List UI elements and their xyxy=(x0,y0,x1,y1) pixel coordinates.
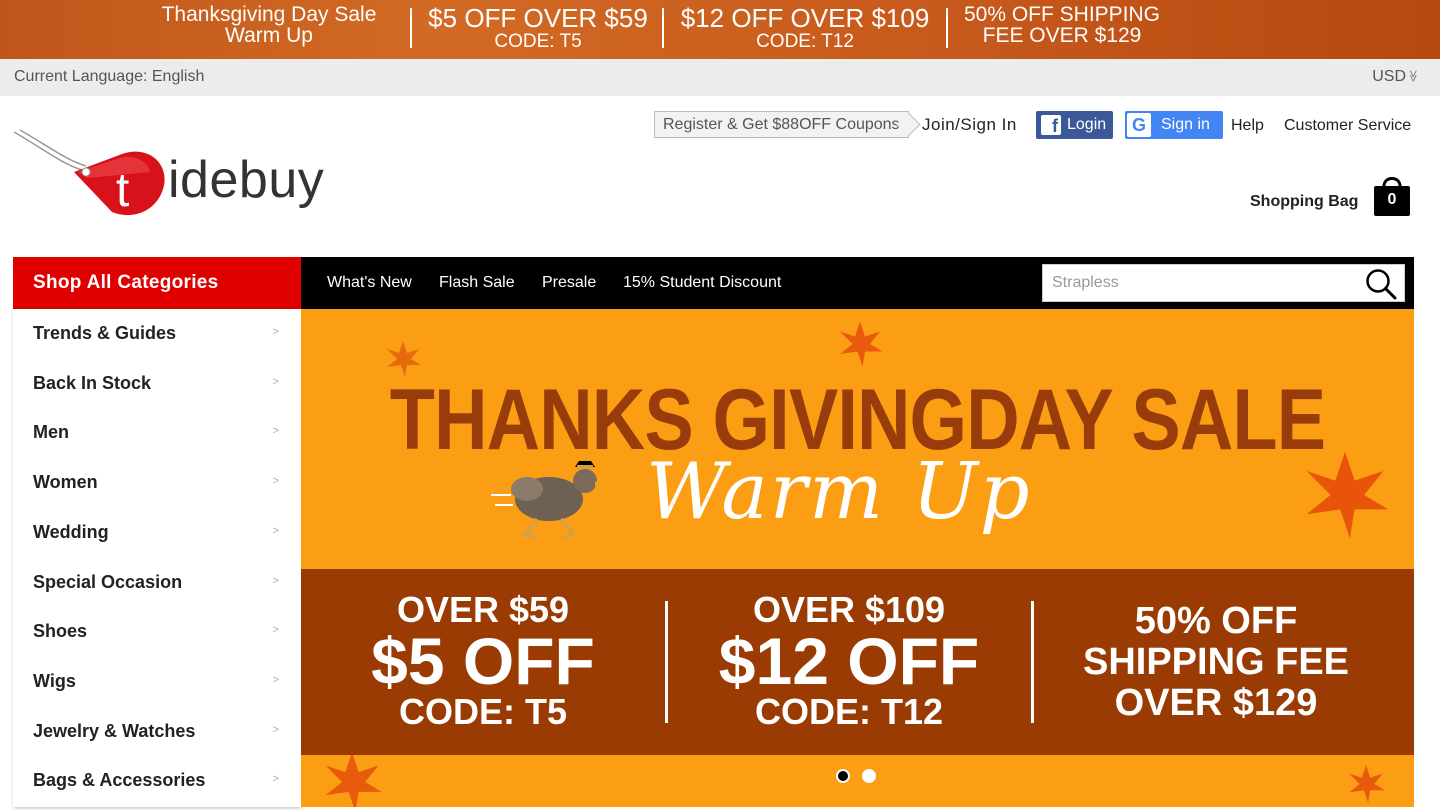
offer-3-line3: OVER $129 xyxy=(1114,682,1318,724)
promo-offer-1: $5 OFF OVER $59 CODE: T5 xyxy=(418,4,658,56)
join-sign-in-link[interactable]: Join/Sign In xyxy=(922,115,1017,135)
shopping-bag-link[interactable]: Shopping Bag xyxy=(1250,193,1358,211)
promo-sale-title: Thanksgiving Day Sale Warm Up xyxy=(140,4,398,56)
offer-1-discount: $5 OFF xyxy=(371,624,595,698)
chevron-down-icon[interactable]: ≫ xyxy=(1407,70,1421,83)
nav-presale[interactable]: Presale xyxy=(542,274,596,292)
language-bar: Current Language: English USD ≫ xyxy=(0,59,1440,96)
banner-subtitle: Warm Up xyxy=(646,447,1032,537)
chevron-right-icon: > xyxy=(272,624,279,636)
category-item[interactable]: Trends & Guides > xyxy=(13,309,301,358)
nav-whats-new[interactable]: What's New xyxy=(327,274,412,292)
promo-sale-line2: Warm Up xyxy=(225,24,313,47)
offer-2-code: CODE: T12 xyxy=(754,691,944,732)
banner-offer-1: OVER $59 $5 OFF CODE: T5 xyxy=(303,591,663,731)
banner-offer-3: 50% OFF SHIPPING FEE OVER $129 xyxy=(1036,601,1396,724)
logo-wordmark[interactable]: idebuy xyxy=(168,150,324,210)
google-icon: G xyxy=(1127,113,1151,137)
carousel-dot-active[interactable] xyxy=(836,769,850,783)
promo-offer-1-code: CODE: T5 xyxy=(494,31,582,52)
banner-offer-2: OVER $109 $12 OFF CODE: T12 xyxy=(669,591,1029,731)
category-item[interactable]: Wedding > xyxy=(13,508,301,557)
nav-flash-sale[interactable]: Flash Sale xyxy=(439,274,515,292)
search-box xyxy=(1042,264,1405,302)
promo-divider xyxy=(946,8,948,48)
offer-divider xyxy=(1031,601,1034,723)
maple-leaf-icon xyxy=(840,321,883,367)
chevron-right-icon: > xyxy=(272,575,279,587)
search-icon[interactable] xyxy=(1364,268,1398,300)
chevron-right-icon: > xyxy=(272,376,279,388)
chevron-right-icon: > xyxy=(272,674,279,686)
logo-letter: t xyxy=(116,164,129,217)
maple-leaf-icon xyxy=(1349,765,1385,803)
category-label: Back In Stock xyxy=(33,373,152,393)
category-label: Trends & Guides xyxy=(33,323,177,343)
promo-sale-line1: Thanksgiving Day Sale xyxy=(161,3,377,26)
category-label: Wedding xyxy=(33,522,109,542)
maple-leaf-icon xyxy=(325,752,382,807)
promo-strip[interactable]: Thanksgiving Day Sale Warm Up $5 OFF OVE… xyxy=(0,0,1440,59)
category-item[interactable]: Shoes > xyxy=(13,607,301,656)
search-input[interactable] xyxy=(1043,265,1353,301)
category-item[interactable]: Bags & Accessories > xyxy=(13,756,301,805)
chevron-right-icon: > xyxy=(272,425,279,437)
main-nav: What's New Flash Sale Presale 15% Studen… xyxy=(301,257,1414,309)
current-language[interactable]: Current Language: English xyxy=(14,68,204,86)
nav-student-discount[interactable]: 15% Student Discount xyxy=(623,274,781,292)
promo-offer-1-main: $5 OFF OVER $59 xyxy=(428,3,648,33)
carousel-dot[interactable] xyxy=(862,769,876,783)
promo-offer-2-main: $12 OFF OVER $109 xyxy=(680,3,930,33)
offer-2-discount: $12 OFF xyxy=(718,624,980,698)
category-item[interactable]: Men > xyxy=(13,408,301,457)
category-item[interactable]: Wigs > xyxy=(13,657,301,706)
facebook-login-button[interactable]: f Login xyxy=(1036,111,1113,139)
category-label: Men xyxy=(33,422,69,442)
banner-offers: OVER $59 $5 OFF CODE: T5 OVER $109 $12 O… xyxy=(301,569,1414,755)
category-item[interactable]: Back In Stock > xyxy=(13,359,301,408)
chevron-right-icon: > xyxy=(272,773,279,785)
promo-offer-3: 50% OFF SHIPPING FEE OVER $129 xyxy=(952,4,1172,56)
chevron-right-icon: > xyxy=(272,525,279,537)
category-item[interactable]: Women > xyxy=(13,458,301,507)
offer-3-line2: SHIPPING FEE xyxy=(1082,641,1350,683)
customer-service-link[interactable]: Customer Service xyxy=(1284,117,1411,135)
category-item[interactable]: Special Occasion > xyxy=(13,558,301,607)
promo-divider xyxy=(662,8,664,48)
help-link[interactable]: Help xyxy=(1231,117,1264,135)
chevron-right-icon: > xyxy=(272,724,279,736)
turkey-icon xyxy=(491,461,605,541)
category-label: Wigs xyxy=(33,671,76,691)
promo-offer-2-code: CODE: T12 xyxy=(756,31,854,52)
category-label: Jewelry & Watches xyxy=(33,721,196,741)
promo-divider xyxy=(410,8,412,48)
offer-3-line1: 50% OFF xyxy=(1134,600,1298,642)
category-label: Shoes xyxy=(33,621,88,641)
register-coupon-link[interactable]: Register & Get $88OFF Coupons xyxy=(654,111,909,138)
shop-all-categories-button[interactable]: Shop All Categories xyxy=(13,257,301,309)
currency-selector[interactable]: USD xyxy=(1372,68,1406,86)
google-sign-in-label: Sign in xyxy=(1161,116,1210,133)
promo-offer-3-line2: FEE OVER $129 xyxy=(982,24,1142,47)
category-label: Special Occasion xyxy=(33,572,183,592)
bag-count-badge: 0 xyxy=(1387,191,1397,208)
facebook-icon: f xyxy=(1041,115,1061,136)
hero-banner[interactable]: THANKS GIVINGDAY SALE Warm Up OVER $59 $… xyxy=(301,309,1414,807)
category-label: Women xyxy=(33,472,98,492)
promo-offer-3-line1: 50% OFF SHIPPING xyxy=(963,3,1161,26)
category-item[interactable]: Jewelry & Watches > xyxy=(13,707,301,756)
offer-divider xyxy=(665,601,668,723)
category-menu: Trends & Guides > Back In Stock > Men > … xyxy=(13,309,301,807)
google-sign-in-button[interactable]: G Sign in xyxy=(1125,111,1223,139)
chevron-right-icon: > xyxy=(272,475,279,487)
promo-offer-2: $12 OFF OVER $109 CODE: T12 xyxy=(668,4,942,56)
category-label: Bags & Accessories xyxy=(33,770,206,790)
offer-1-code: CODE: T5 xyxy=(398,691,567,732)
facebook-login-label: Login xyxy=(1067,116,1107,133)
chevron-right-icon: > xyxy=(272,326,279,338)
